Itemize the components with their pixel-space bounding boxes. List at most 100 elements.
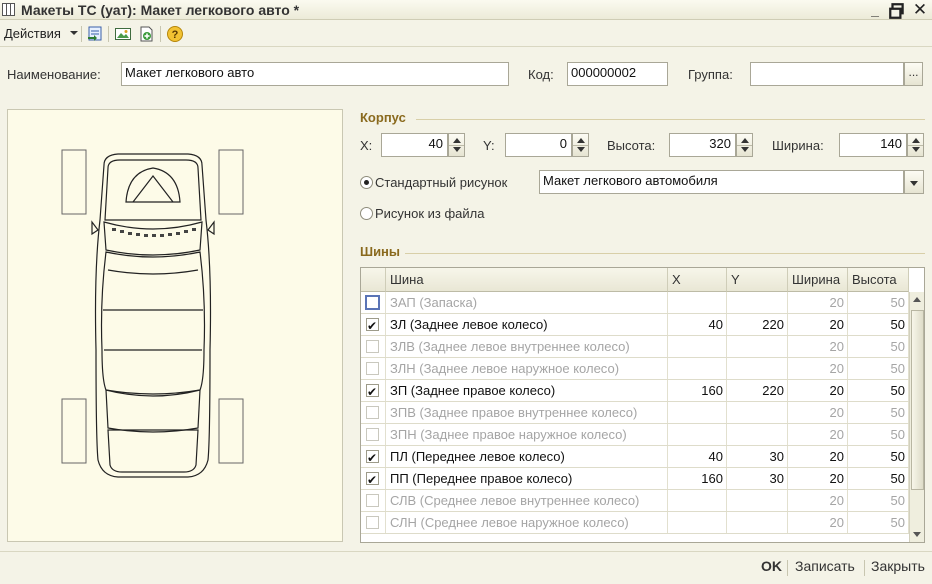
copy-to-form-icon[interactable]: [86, 25, 104, 43]
tire-x-cell[interactable]: 160: [668, 380, 727, 401]
tire-width-cell[interactable]: 20: [788, 402, 848, 423]
tire-y-cell[interactable]: [727, 424, 788, 445]
group-field[interactable]: [750, 62, 904, 86]
tire-height-cell[interactable]: 50: [848, 468, 909, 489]
row-checkbox[interactable]: [366, 382, 379, 401]
add-file-icon[interactable]: [138, 25, 156, 43]
table-row[interactable]: ПП (Переднее правое колесо)160302050: [361, 468, 909, 490]
tire-x-cell[interactable]: [668, 358, 727, 379]
tire-x-cell[interactable]: 40: [668, 446, 727, 467]
name-field[interactable]: Макет легкового авто: [121, 62, 509, 86]
y-stepper[interactable]: [572, 133, 589, 157]
tire-y-cell[interactable]: 220: [727, 314, 788, 335]
tire-x-cell[interactable]: [668, 424, 727, 445]
tire-y-cell[interactable]: [727, 512, 788, 533]
tire-height-cell[interactable]: 50: [848, 490, 909, 511]
tire-height-cell[interactable]: 50: [848, 292, 909, 313]
tire-width-cell[interactable]: 20: [788, 446, 848, 467]
table-row[interactable]: СЛН (Среднее левое наружное колесо) 20 50: [361, 512, 909, 534]
code-field[interactable]: 000000002: [567, 62, 668, 86]
picture-from-file-label[interactable]: Рисунок из файла: [375, 206, 484, 221]
tire-y-cell[interactable]: [727, 490, 788, 511]
tire-width-cell[interactable]: 20: [788, 468, 848, 489]
column-header-tire[interactable]: Шина: [386, 268, 668, 292]
standard-picture-dropdown[interactable]: [904, 170, 924, 194]
tire-x-cell[interactable]: 160: [668, 468, 727, 489]
scrollbar-thumb[interactable]: [911, 310, 924, 490]
tire-width-cell[interactable]: 20: [788, 336, 848, 357]
width-field[interactable]: 140: [839, 133, 907, 157]
close-button[interactable]: Закрыть: [871, 558, 925, 574]
tire-x-cell[interactable]: [668, 402, 727, 423]
tire-x-cell[interactable]: [668, 512, 727, 533]
tire-name-cell[interactable]: ПП (Переднее правое колесо): [386, 468, 668, 489]
row-checkbox[interactable]: [366, 494, 379, 507]
height-stepper[interactable]: [736, 133, 753, 157]
tire-y-cell[interactable]: 220: [727, 380, 788, 401]
tire-name-cell[interactable]: ЗЛВ (Заднее левое внутреннее колесо): [386, 336, 668, 357]
tire-name-cell[interactable]: ЗЛН (Заднее левое наружное колесо): [386, 358, 668, 379]
tire-name-cell[interactable]: ЗЛ (Заднее левое колесо): [386, 314, 668, 335]
table-row[interactable]: ЗЛ (Заднее левое колесо)402202050: [361, 314, 909, 336]
tire-width-cell[interactable]: 20: [788, 512, 848, 533]
height-field[interactable]: 320: [669, 133, 736, 157]
tire-width-cell[interactable]: 20: [788, 292, 848, 313]
x-stepper[interactable]: [448, 133, 465, 157]
column-header-height[interactable]: Высота: [848, 268, 909, 292]
scroll-down-icon[interactable]: [913, 532, 921, 537]
table-row[interactable]: ЗЛВ (Заднее левое внутреннее колесо) 20 50: [361, 336, 909, 358]
row-checkbox[interactable]: [366, 516, 379, 529]
column-header-x[interactable]: X: [668, 268, 727, 292]
x-field[interactable]: 40: [381, 133, 448, 157]
standard-picture-label[interactable]: Стандартный рисунок: [375, 175, 507, 190]
tire-width-cell[interactable]: 20: [788, 490, 848, 511]
tire-height-cell[interactable]: 50: [848, 380, 909, 401]
maximize-icon[interactable]: [888, 2, 906, 20]
row-checkbox[interactable]: [366, 448, 379, 467]
y-field[interactable]: 0: [505, 133, 572, 157]
tire-height-cell[interactable]: 50: [848, 358, 909, 379]
tire-name-cell[interactable]: ЗПВ (Заднее правое внутреннее колесо): [386, 402, 668, 423]
tire-height-cell[interactable]: 50: [848, 424, 909, 445]
tire-x-cell[interactable]: [668, 490, 727, 511]
scroll-up-icon[interactable]: [913, 297, 921, 302]
column-header-width[interactable]: Ширина: [788, 268, 848, 292]
tire-x-cell[interactable]: [668, 336, 727, 357]
tire-height-cell[interactable]: 50: [848, 402, 909, 423]
tire-height-cell[interactable]: 50: [848, 314, 909, 335]
tire-name-cell[interactable]: СЛВ (Среднее левое внутреннее колесо): [386, 490, 668, 511]
table-row[interactable]: ЗАП (Запаска) 20 50: [361, 292, 909, 314]
tire-y-cell[interactable]: [727, 292, 788, 313]
table-row[interactable]: ЗЛН (Заднее левое наружное колесо) 20 50: [361, 358, 909, 380]
tire-width-cell[interactable]: 20: [788, 358, 848, 379]
table-row[interactable]: ЗПВ (Заднее правое внутреннее колесо) 20 5…: [361, 402, 909, 424]
tires-table-scrollbar[interactable]: [909, 292, 924, 542]
tire-y-cell[interactable]: [727, 402, 788, 423]
row-checkbox[interactable]: [366, 316, 379, 335]
table-row[interactable]: ПЛ (Переднее левое колесо)40302050: [361, 446, 909, 468]
tire-x-cell[interactable]: 40: [668, 314, 727, 335]
tire-name-cell[interactable]: ЗПН (Заднее правое наружное колесо): [386, 424, 668, 445]
tire-y-cell[interactable]: 30: [727, 446, 788, 467]
table-row[interactable]: ЗП (Заднее правое колесо)1602202050: [361, 380, 909, 402]
tire-name-cell[interactable]: СЛН (Среднее левое наружное колесо): [386, 512, 668, 533]
standard-picture-radio[interactable]: [360, 176, 373, 189]
tire-y-cell[interactable]: 30: [727, 468, 788, 489]
table-row[interactable]: СЛВ (Среднее левое внутреннее колесо) 20 5…: [361, 490, 909, 512]
tire-y-cell[interactable]: [727, 336, 788, 357]
tire-width-cell[interactable]: 20: [788, 380, 848, 401]
tire-y-cell[interactable]: [727, 358, 788, 379]
group-select-button[interactable]: ...: [904, 62, 923, 86]
table-row[interactable]: ЗПН (Заднее правое наружное колесо) 20 50: [361, 424, 909, 446]
row-checkbox[interactable]: [365, 295, 380, 310]
row-checkbox[interactable]: [366, 406, 379, 419]
width-stepper[interactable]: [907, 133, 924, 157]
close-icon[interactable]: ✕: [911, 1, 929, 19]
help-icon[interactable]: ?: [166, 25, 184, 43]
row-checkbox[interactable]: [366, 362, 379, 375]
picture-icon[interactable]: [114, 25, 132, 43]
tire-name-cell[interactable]: ПЛ (Переднее левое колесо): [386, 446, 668, 467]
chevron-down-icon[interactable]: [70, 31, 78, 35]
row-checkbox[interactable]: [366, 340, 379, 353]
tire-width-cell[interactable]: 20: [788, 424, 848, 445]
